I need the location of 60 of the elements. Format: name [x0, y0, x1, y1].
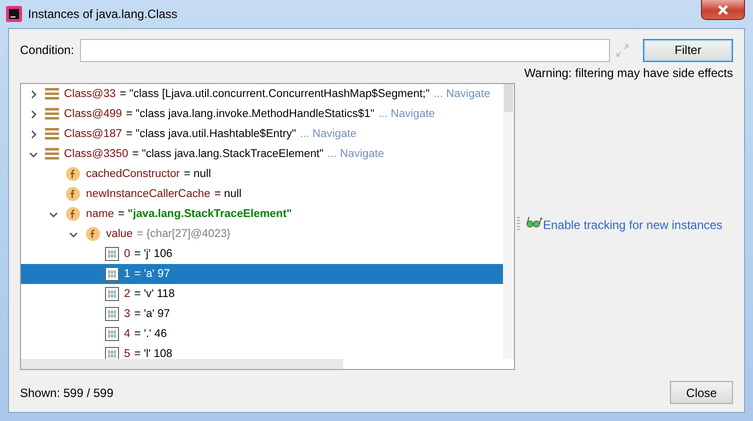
tree-row-text: 0 = 'j' 106 [124, 246, 172, 262]
condition-label: Condition: [20, 42, 74, 59]
tree-row[interactable]: 4 = '.' 46 [21, 324, 503, 344]
window-title: Instances of java.lang.Class [28, 6, 178, 23]
field-icon [65, 206, 81, 222]
tree-row-text: Class@3350 = "class java.lang.StackTraceElement" [64, 146, 324, 162]
array-element-icon [105, 287, 119, 301]
array-element-icon [105, 327, 119, 341]
vertical-scrollbar[interactable] [503, 84, 514, 359]
close-button[interactable]: Close [670, 381, 733, 404]
close-icon[interactable] [701, 0, 745, 20]
class-icon [45, 87, 59, 101]
tree-row-text: Class@499 = "class java.lang.invoke.MethodHandleStatics$1" [64, 106, 374, 122]
tree-row-text: value = {char[27]@4023} [106, 226, 231, 242]
collapse-chevron-icon[interactable] [28, 150, 38, 158]
field-icon [65, 186, 81, 202]
splitter-handle[interactable] [517, 217, 520, 231]
condition-field[interactable] [80, 38, 610, 62]
array-element-icon [105, 347, 119, 359]
array-element-icon [105, 307, 119, 321]
expand-chevron-icon[interactable] [28, 130, 38, 138]
tree-row[interactable]: Class@499 = "class java.lang.invoke.MethodHandleStatics$1" ... Navigate [21, 104, 503, 124]
expand-chevron-icon[interactable] [28, 90, 38, 98]
shown-count: Shown: 599 / 599 [20, 384, 114, 402]
tree-row-text: 1 = 'a' 97 [124, 266, 170, 282]
tree-row-text: 5 = 'l' 108 [124, 346, 172, 359]
expand-chevron-icon[interactable] [28, 110, 38, 118]
tree-row-text: newInstanceCallerCache = null [86, 186, 242, 202]
warning-text: Warning: filtering may have side effects [524, 66, 733, 81]
tree-row-text: 2 = 'v' 118 [124, 286, 175, 302]
class-icon [45, 147, 59, 161]
tree-row[interactable]: Class@33 = "class [Ljava.util.concurrent.ConcurrentHashMap$Segment;" ... Navigate [21, 84, 503, 104]
tree-row[interactable]: cachedConstructor = null [21, 164, 503, 184]
tree-row[interactable]: 2 = 'v' 118 [21, 284, 503, 304]
tree-row-text: 4 = '.' 46 [124, 326, 167, 342]
tree-row-text: cachedConstructor = null [86, 166, 211, 182]
tree-row[interactable]: Class@3350 = "class java.lang.StackTraceElement" ... Navigate [21, 144, 503, 164]
array-element-icon [105, 267, 119, 281]
tree-row[interactable]: name = "java.lang.StackTraceElement" [21, 204, 503, 224]
glasses-icon [526, 216, 543, 228]
tree-row[interactable]: 1 = 'a' 97 [21, 264, 503, 284]
class-icon [45, 127, 59, 141]
tree-row[interactable]: newInstanceCallerCache = null [21, 184, 503, 204]
tree-row-text: Class@187 = "class java.util.Hashtable$Entry" [64, 126, 296, 142]
class-icon [45, 107, 59, 121]
tree-row[interactable]: 3 = 'a' 97 [21, 304, 503, 324]
filter-button[interactable]: Filter [643, 38, 733, 62]
collapse-chevron-icon[interactable] [48, 210, 58, 218]
enable-tracking-link[interactable]: Enable tracking for new instances [543, 216, 722, 234]
field-icon [85, 226, 101, 242]
array-element-icon [105, 247, 119, 261]
tree-row-text: name = "java.lang.StackTraceElement" [86, 206, 292, 222]
tree-row[interactable]: Class@187 = "class java.util.Hashtable$Entry" ... Navigate [21, 124, 503, 144]
tree-row[interactable]: 0 = 'j' 106 [21, 244, 503, 264]
tree-row[interactable]: value = {char[27]@4023} [21, 224, 503, 244]
tree-row-text: 3 = 'a' 97 [124, 306, 170, 322]
tree-row-text: Class@33 = "class [Ljava.util.concurrent.ConcurrentHashMap$Segment;" [64, 86, 430, 102]
field-icon [65, 166, 81, 182]
collapse-chevron-icon[interactable] [68, 230, 78, 238]
app-icon [6, 6, 22, 22]
